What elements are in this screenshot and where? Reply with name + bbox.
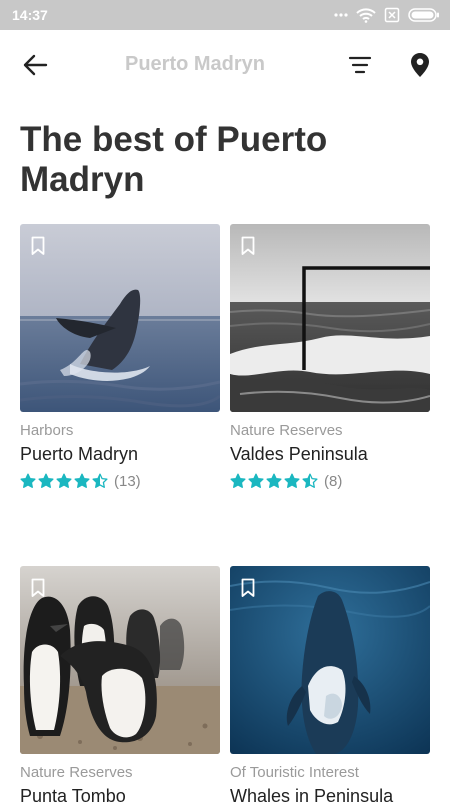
wifi-icon (356, 8, 376, 23)
star-full-icon (266, 473, 282, 488)
star-half-icon (92, 473, 108, 488)
rating: (8) (230, 471, 342, 491)
star-half-icon (302, 473, 318, 488)
whale-underwater-photo (230, 566, 430, 754)
place-card-whales-in-peninsula[interactable]: Of Touristic Interest Whales in Peninsul… (230, 566, 430, 806)
card-category: Of Touristic Interest (230, 764, 359, 781)
card-title: Puerto Madryn (20, 444, 139, 464)
star-full-icon (56, 473, 72, 488)
bookmark-icon[interactable] (241, 578, 255, 598)
toolbar: Puerto Madryn (0, 30, 450, 100)
card-title: Whales in Peninsula (230, 786, 394, 806)
map-pin-icon[interactable] (410, 52, 430, 78)
card-category: Nature Reserves (20, 764, 133, 781)
penguins-photo (20, 566, 220, 754)
filter-icon[interactable] (348, 55, 372, 75)
back-arrow-icon[interactable] (22, 52, 48, 78)
status-bar: 14:37 (0, 0, 450, 30)
star-full-icon (230, 473, 246, 488)
bookmark-icon[interactable] (31, 236, 45, 256)
page-title: The best of Puerto Madryn (20, 120, 328, 199)
star-rating (230, 473, 318, 489)
place-card-puerto-madryn[interactable]: Harbors Puerto Madryn (13) (20, 224, 220, 494)
bookmark-icon[interactable] (241, 236, 255, 256)
place-card-punta-tombo[interactable]: Nature Reserves Punta Tombo (20, 566, 220, 806)
star-full-icon (284, 473, 300, 488)
whale-breaching-photo (20, 224, 220, 412)
review-count: (8) (324, 472, 343, 490)
status-icons (334, 6, 440, 24)
star-full-icon (248, 473, 264, 488)
card-title: Valdes Peninsula (230, 444, 368, 464)
card-title: Punta Tombo (20, 786, 126, 806)
toolbar-title: Puerto Madryn (125, 53, 266, 75)
star-full-icon (74, 473, 90, 488)
card-category: Harbors (20, 422, 74, 439)
rating: (13) (20, 471, 141, 491)
no-sim-icon (384, 7, 400, 23)
battery-icon (408, 8, 439, 22)
review-count: (13) (114, 472, 141, 490)
place-card-valdes-peninsula[interactable]: Nature Reserves Valdes Peninsula (8) (230, 224, 430, 494)
card-category: Nature Reserves (230, 422, 343, 439)
ocean-waves-bw-photo (230, 224, 430, 412)
more-dots-icon (334, 13, 348, 17)
star-full-icon (38, 473, 54, 488)
bookmark-icon[interactable] (31, 578, 45, 598)
status-time: 14:37 (12, 7, 48, 23)
star-full-icon (20, 473, 36, 488)
star-rating (20, 473, 108, 489)
